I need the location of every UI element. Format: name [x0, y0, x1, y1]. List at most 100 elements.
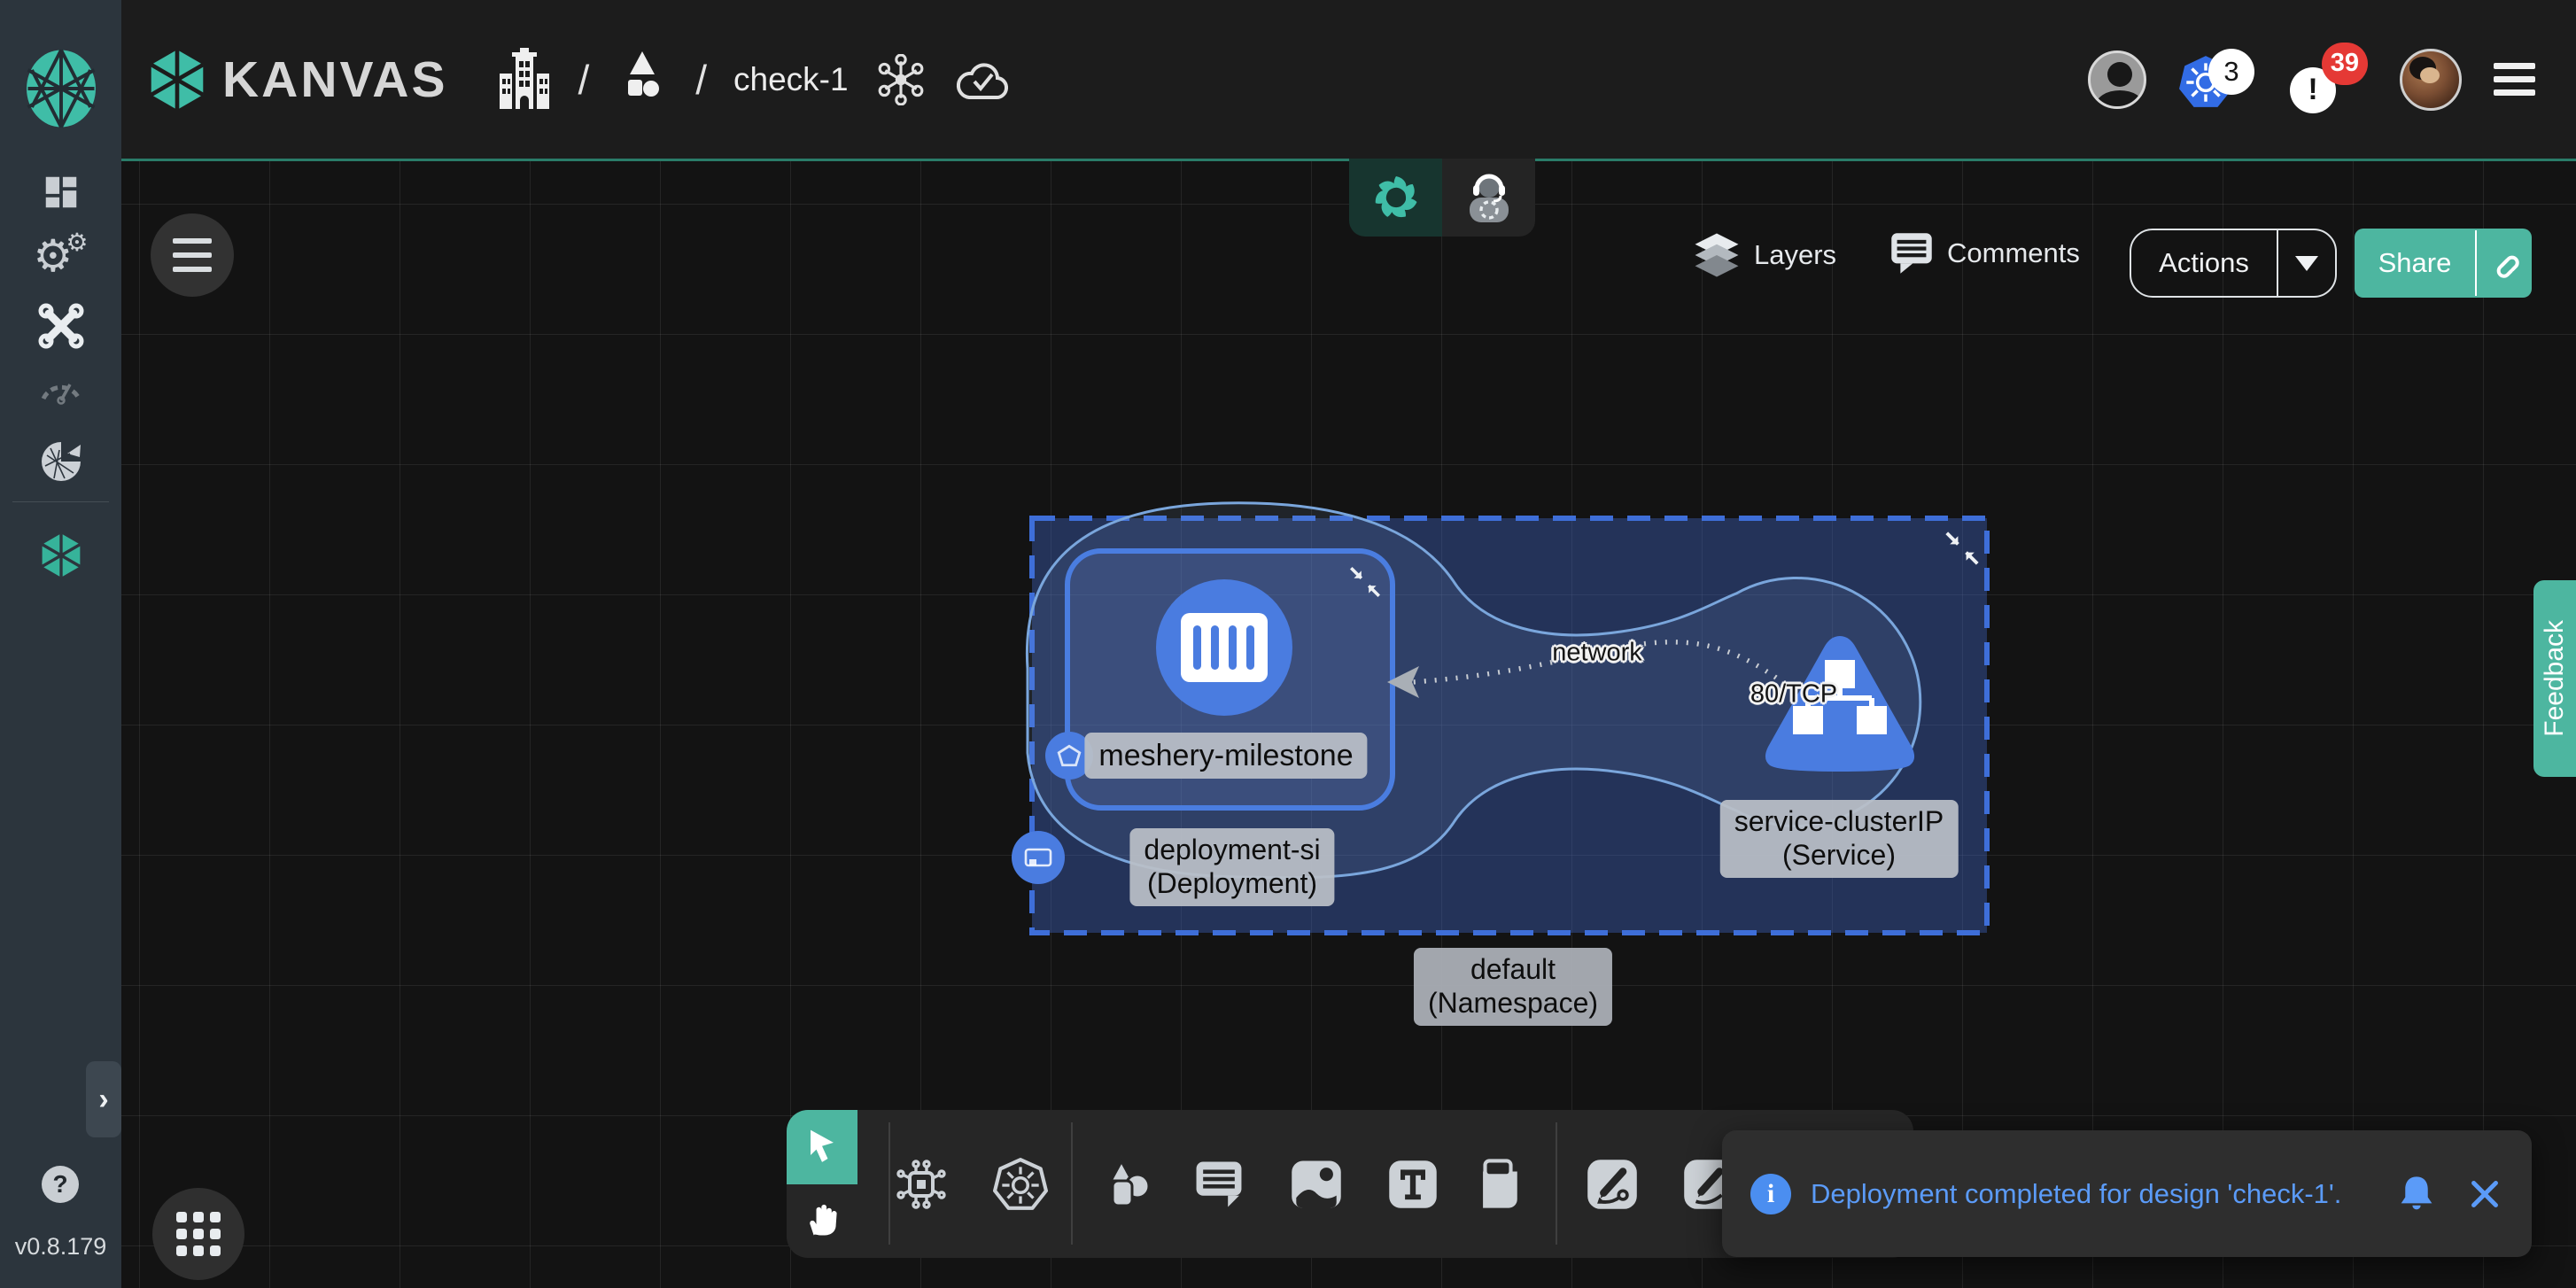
avatar-head	[2107, 62, 2132, 87]
share-button[interactable]: Share	[2355, 229, 2532, 298]
container-node[interactable]	[1156, 579, 1292, 716]
support-agent-button[interactable]	[1442, 159, 1535, 237]
collapse-deployment-icon[interactable]	[1346, 563, 1384, 601]
canvas-menu-button[interactable]	[151, 213, 234, 297]
designs-icon[interactable]	[616, 50, 669, 110]
layers-button[interactable]: Layers	[1694, 232, 1836, 278]
avatar-face	[2420, 67, 2440, 83]
left-sidebar: ⚙ ⚙	[0, 0, 121, 1288]
text-tool[interactable]	[1385, 1110, 1441, 1258]
notification-toast[interactable]: i Deployment completed for design 'check…	[1722, 1130, 2532, 1257]
question-icon: ?	[52, 1170, 67, 1199]
toolbar-divider	[1556, 1122, 1557, 1245]
top-header: KANVAS / / check	[121, 0, 2576, 159]
deployment-name: deployment-si	[1144, 834, 1320, 867]
image-icon	[1291, 1160, 1342, 1209]
shapes-tool[interactable]	[1100, 1110, 1157, 1258]
notification-count-badge: 39	[2322, 43, 2368, 85]
kubernetes-wheel-icon	[993, 1157, 1048, 1212]
kubernetes-tool[interactable]	[992, 1110, 1049, 1258]
design-name[interactable]: check-1	[733, 61, 849, 98]
sidebar-item-configuration[interactable]	[0, 303, 121, 349]
kanvas-logo-icon	[144, 46, 210, 113]
collapse-namespace-icon[interactable]	[1942, 528, 1982, 569]
namespace-label-chip: default (Namespace)	[1414, 948, 1612, 1026]
sidebar-item-dashboard[interactable]	[0, 172, 121, 213]
chip-icon	[896, 1159, 947, 1210]
layers-label: Layers	[1754, 239, 1836, 271]
sidebar-item-performance[interactable]	[0, 367, 121, 406]
comment-tool[interactable]	[1191, 1110, 1247, 1258]
pen-edge-icon	[1587, 1159, 1638, 1210]
actions-button[interactable]: Actions	[2130, 229, 2337, 298]
service-label-chip: service-clusterIP (Service)	[1720, 800, 1959, 878]
meshery-logo[interactable]	[0, 49, 121, 128]
toast-message: Deployment completed for design 'check-1…	[1811, 1178, 2341, 1210]
edge-pen-tool[interactable]	[1584, 1110, 1641, 1258]
container-icon	[1181, 613, 1268, 682]
sidebar-item-lifecycle[interactable]: ⚙ ⚙	[0, 234, 121, 278]
meshsync-button[interactable]	[1349, 159, 1442, 237]
kubernetes-context-switcher[interactable]: 3	[2178, 49, 2254, 111]
actions-dropdown[interactable]	[2278, 256, 2335, 271]
comments-button[interactable]: Comments	[1890, 232, 2080, 275]
namespace-mini-icon	[1023, 845, 1053, 870]
main-menu-button[interactable]	[2494, 56, 2535, 103]
info-icon: i	[1750, 1174, 1791, 1214]
toolbar-divider	[888, 1122, 890, 1245]
hand-icon	[803, 1201, 841, 1242]
pod-icon	[1056, 743, 1082, 768]
meshsync-spiral-icon	[1369, 171, 1423, 224]
help-button[interactable]: ?	[42, 1166, 79, 1203]
note-frame-icon	[1472, 1159, 1524, 1210]
sidebar-expand-button[interactable]: ›	[86, 1061, 121, 1137]
link-icon	[2487, 246, 2521, 280]
components-tool[interactable]	[893, 1110, 950, 1258]
kanvas-logo[interactable]: KANVAS	[144, 46, 447, 113]
feedback-tab[interactable]: Feedback	[2533, 580, 2576, 777]
user-avatar[interactable]	[2400, 49, 2462, 111]
edge-label: network	[1552, 639, 1642, 668]
deployment-kind: (Deployment)	[1144, 867, 1320, 901]
version-label: v0.8.179	[0, 1233, 121, 1261]
toolbar-divider	[1071, 1122, 1073, 1245]
cursor-icon	[803, 1128, 841, 1167]
note-tool[interactable]	[1470, 1110, 1526, 1258]
media-tool[interactable]	[1288, 1110, 1345, 1258]
comments-label: Comments	[1947, 237, 2080, 269]
chevron-right-icon: ›	[98, 1082, 108, 1117]
service-kind: (Service)	[1734, 839, 1944, 873]
service-name: service-clusterIP	[1734, 805, 1944, 839]
design-graph-icon[interactable]	[875, 54, 927, 105]
sidebar-item-extensions[interactable]	[0, 438, 121, 484]
service-port-label: 80/TCP	[1750, 680, 1837, 710]
apps-grid-button[interactable]	[152, 1188, 244, 1280]
comments-icon	[1890, 232, 1933, 275]
anonymous-avatar[interactable]	[2088, 50, 2146, 109]
namespace-kind: (Namespace)	[1428, 987, 1598, 1020]
share-label: Share	[2355, 247, 2475, 279]
namespace-badge[interactable]	[1012, 831, 1065, 884]
organization-icon[interactable]	[496, 47, 551, 113]
close-icon[interactable]	[2470, 1179, 2500, 1209]
copy-link-button[interactable]	[2477, 246, 2532, 280]
chevron-down-icon	[2295, 256, 2318, 271]
small-gear-icon: ⚙	[66, 230, 88, 278]
bell-icon[interactable]	[2399, 1175, 2434, 1214]
breadcrumb: / / check-1	[496, 47, 1011, 113]
breadcrumb-separator: /	[578, 56, 589, 104]
shapes-icon	[1102, 1158, 1155, 1211]
container-label-chip: meshery-milestone	[1084, 733, 1367, 779]
sidebar-item-kanvas[interactable]	[0, 531, 121, 579]
notifications-button[interactable]: ! 39	[2286, 43, 2368, 117]
avatar-body	[2096, 90, 2144, 109]
actions-label: Actions	[2131, 247, 2277, 279]
text-icon	[1388, 1160, 1438, 1209]
kubernetes-context-badge: 3	[2208, 49, 2254, 95]
headset-agent-icon	[1462, 169, 1517, 226]
select-tool[interactable]	[787, 1110, 857, 1184]
deployment-label-chip: deployment-si (Deployment)	[1129, 828, 1334, 906]
app-title: KANVAS	[222, 50, 447, 109]
pan-tool[interactable]	[787, 1184, 857, 1258]
comment-icon	[1194, 1160, 1244, 1209]
